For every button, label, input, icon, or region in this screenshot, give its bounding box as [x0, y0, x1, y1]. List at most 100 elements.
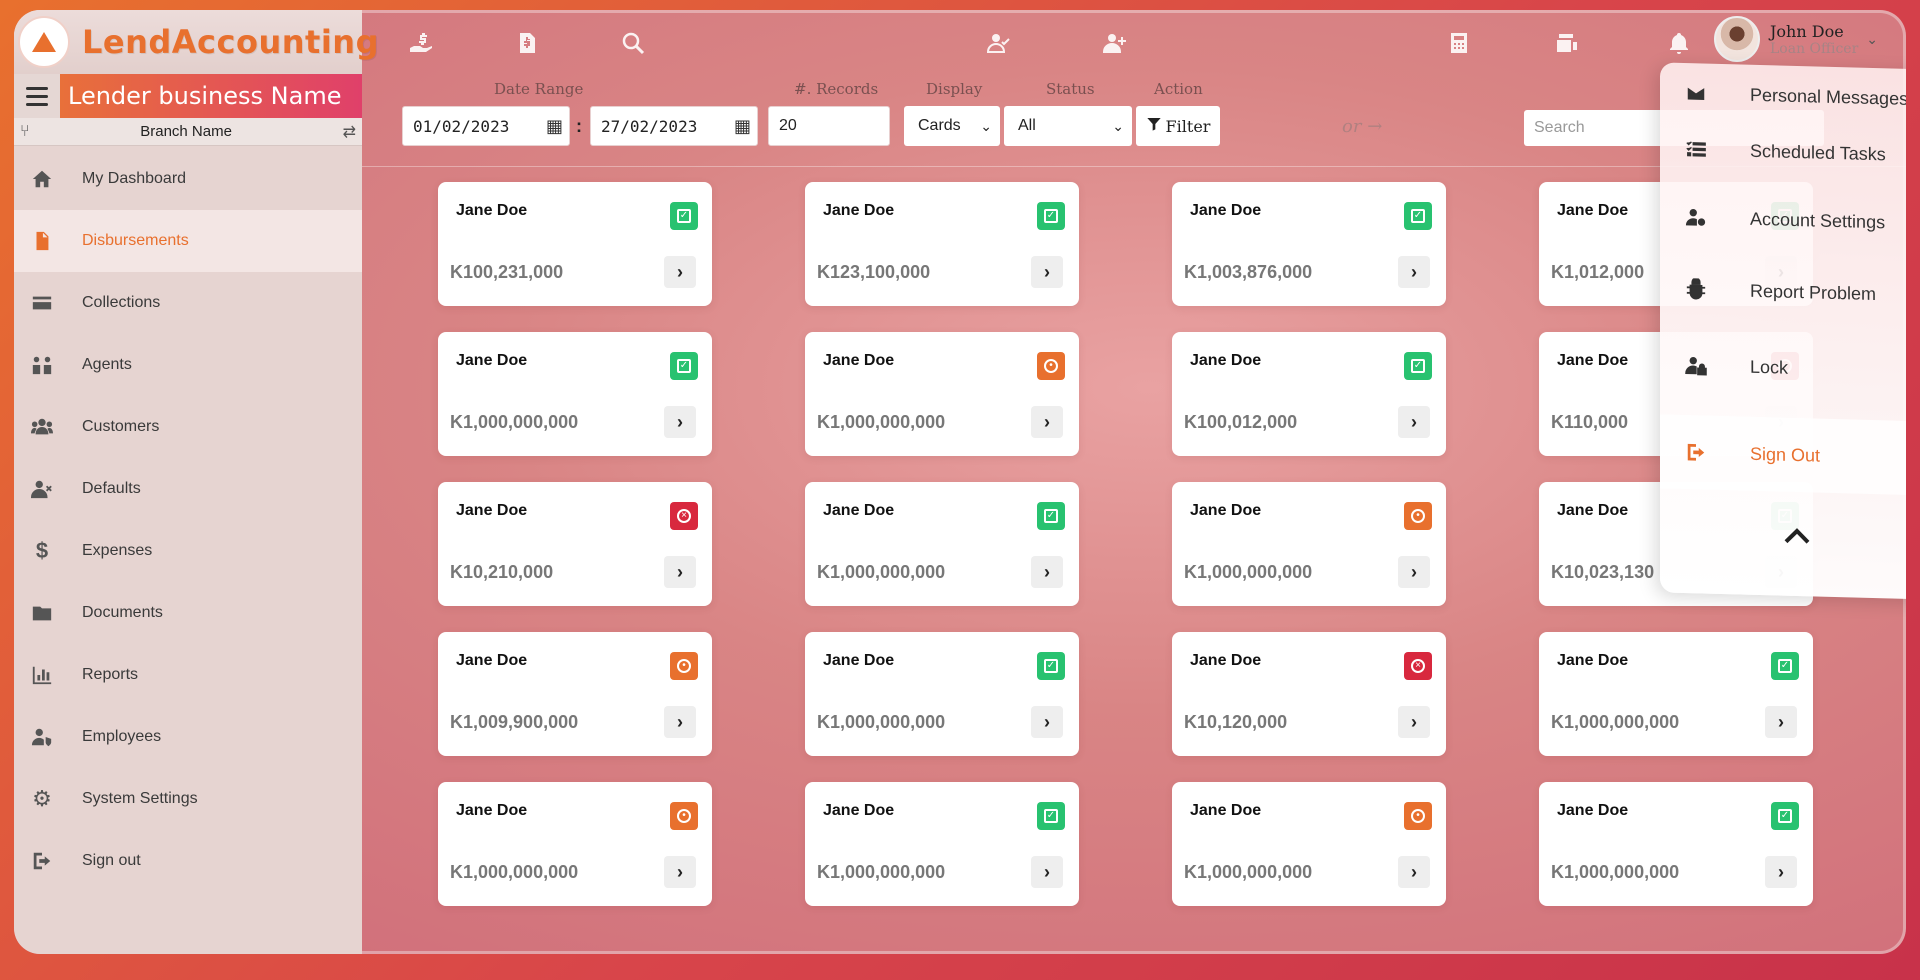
disbursement-card[interactable]: Jane Doe ✓ K1,000,000,000 ›	[805, 632, 1079, 756]
records-input[interactable]: 20	[768, 106, 890, 146]
menu-item-report-problem[interactable]: Report Problem	[1660, 258, 1906, 325]
status-select[interactable]: All ⌄	[1004, 106, 1132, 146]
chevron-right-icon[interactable]: ›	[664, 706, 696, 738]
disbursement-card[interactable]: Jane Doe ✓ K1,003,876,000 ›	[1172, 182, 1446, 306]
chevron-right-icon[interactable]: ›	[1031, 706, 1063, 738]
disbursement-card[interactable]: Jane Doe ✓ K1,000,000,000 ›	[438, 332, 712, 456]
chevron-up-icon[interactable]	[1660, 516, 1906, 555]
chevron-right-icon[interactable]: ›	[664, 556, 696, 588]
logo-icon[interactable]	[18, 16, 70, 68]
disbursement-card[interactable]: Jane Doe ✓ K100,012,000 ›	[1172, 332, 1446, 456]
chevron-right-icon[interactable]: ›	[1031, 406, 1063, 438]
display-select[interactable]: Cards ⌄	[904, 106, 1000, 146]
user-check-icon[interactable]	[984, 28, 1014, 58]
records-value: 20	[779, 117, 797, 134]
chevron-down-icon: ⌄	[1112, 117, 1124, 134]
calculator-icon[interactable]	[1444, 28, 1474, 58]
chevron-right-icon[interactable]: ›	[1031, 256, 1063, 288]
sidebar-item-defaults[interactable]: Defaults	[14, 458, 362, 520]
menu-item-label: Personal Messages	[1750, 84, 1906, 109]
sidebar-item-system-settings[interactable]: ⚙ System Settings	[14, 768, 362, 830]
bell-icon[interactable]	[1664, 28, 1694, 58]
disbursement-card[interactable]: Jane Doe × K10,120,000 ›	[1172, 632, 1446, 756]
employee-icon	[26, 721, 58, 753]
date-from-value: 01/02/2023	[413, 116, 510, 136]
chevron-right-icon[interactable]: ›	[1398, 856, 1430, 888]
disbursement-card[interactable]: Jane Doe • K1,000,000,000 ›	[438, 782, 712, 906]
sidebar-item-dashboard[interactable]: My Dashboard	[14, 148, 362, 210]
card-customer-name: Jane Doe	[456, 652, 528, 669]
user-dropdown-menu: Personal Messages Scheduled Tasks Accoun…	[1660, 62, 1906, 600]
user-menu-toggle[interactable]: John Doe Loan Officer ⌄	[1714, 16, 1878, 62]
chevron-right-icon[interactable]: ›	[1398, 406, 1430, 438]
menu-item-lock[interactable]: Lock	[1660, 334, 1906, 401]
date-from-input[interactable]: 01/02/2023 ▦	[402, 106, 570, 146]
disbursement-card[interactable]: Jane Doe • K1,000,000,000 ›	[1172, 482, 1446, 606]
invoice-icon[interactable]	[512, 28, 542, 58]
status-pending-icon: •	[1404, 802, 1432, 830]
card-customer-name: Jane Doe	[456, 502, 528, 519]
card-amount: K1,000,000,000	[450, 412, 579, 432]
menu-item-sign-out[interactable]: Sign Out	[1660, 414, 1906, 496]
gears-icon: ⚙	[32, 786, 52, 811]
disbursement-card[interactable]: Jane Doe ✓ K1,000,000,000 ›	[805, 482, 1079, 606]
switch-branch-icon[interactable]: ⇄	[343, 122, 356, 142]
chevron-right-icon[interactable]: ›	[664, 406, 696, 438]
sidebar-item-disbursements[interactable]: Disbursements	[14, 210, 362, 272]
tasks-icon	[1678, 138, 1714, 161]
agents-icon	[26, 349, 58, 381]
disbursement-card[interactable]: Jane Doe ✓ K123,100,000 ›	[805, 182, 1079, 306]
sidebar-item-reports[interactable]: Reports	[14, 644, 362, 706]
disbursement-card[interactable]: Jane Doe ✓ K1,000,000,000 ›	[805, 782, 1079, 906]
user-role: Loan Officer	[1770, 40, 1859, 57]
transfer-icon[interactable]	[1552, 28, 1582, 58]
card-customer-name: Jane Doe	[823, 202, 895, 219]
branch-bar: ⑂ Branch Name ⇄	[14, 118, 362, 146]
sidebar-item-expenses[interactable]: $ Expenses	[14, 520, 362, 582]
sidebar-item-sign-out[interactable]: Sign out	[14, 830, 362, 892]
calendar-icon[interactable]: ▦	[734, 116, 751, 137]
card-amount: K110,000	[1551, 412, 1629, 432]
menu-item-account-settings[interactable]: Account Settings	[1660, 186, 1906, 253]
bug-icon	[1678, 278, 1714, 301]
status-ok-icon: ✓	[1404, 202, 1432, 230]
date-range-label: Date Range	[494, 80, 584, 98]
sidebar-item-employees[interactable]: Employees	[14, 706, 362, 768]
chevron-right-icon[interactable]: ›	[1398, 706, 1430, 738]
sidebar-item-label: Documents	[82, 604, 163, 621]
status-ok-icon: ✓	[1037, 652, 1065, 680]
disbursement-card[interactable]: Jane Doe ✓ K1,000,000,000 ›	[1539, 782, 1813, 906]
disbursement-card[interactable]: Jane Doe ✓ K100,231,000 ›	[438, 182, 712, 306]
chevron-right-icon[interactable]: ›	[1765, 856, 1797, 888]
menu-item-scheduled-tasks[interactable]: Scheduled Tasks	[1660, 118, 1906, 185]
sidebar-item-documents[interactable]: Documents	[14, 582, 362, 644]
calendar-icon[interactable]: ▦	[546, 116, 563, 137]
chevron-right-icon[interactable]: ›	[1765, 706, 1797, 738]
status-ok-icon: ✓	[1037, 502, 1065, 530]
filter-button[interactable]: Filter	[1136, 106, 1220, 146]
loan-hand-icon[interactable]	[406, 28, 436, 58]
menu-toggle-icon[interactable]	[14, 74, 60, 118]
date-to-input[interactable]: 27/02/2023 ▦	[590, 106, 758, 146]
sidebar-item-label: Disbursements	[82, 232, 189, 249]
chevron-right-icon[interactable]: ›	[1031, 856, 1063, 888]
sidebar-item-customers[interactable]: Customers	[14, 396, 362, 458]
disbursement-card[interactable]: Jane Doe × K10,210,000 ›	[438, 482, 712, 606]
disbursement-card[interactable]: Jane Doe ✓ K1,000,000,000 ›	[1539, 632, 1813, 756]
user-plus-icon[interactable]	[1100, 28, 1130, 58]
search-dollar-icon[interactable]	[618, 28, 648, 58]
disbursement-card[interactable]: Jane Doe • K1,000,000,000 ›	[805, 332, 1079, 456]
sidebar-item-collections[interactable]: Collections	[14, 272, 362, 334]
chevron-right-icon[interactable]: ›	[1031, 556, 1063, 588]
status-ok-icon: ✓	[1404, 352, 1432, 380]
sidebar-item-agents[interactable]: Agents	[14, 334, 362, 396]
disbursement-card[interactable]: Jane Doe • K1,000,000,000 ›	[1172, 782, 1446, 906]
chevron-right-icon[interactable]: ›	[664, 856, 696, 888]
card-amount: K1,000,000,000	[450, 862, 579, 882]
disbursement-card[interactable]: Jane Doe • K1,009,900,000 ›	[438, 632, 712, 756]
chevron-right-icon[interactable]: ›	[1398, 556, 1430, 588]
messages-icon	[1678, 82, 1714, 105]
chevron-right-icon[interactable]: ›	[1398, 256, 1430, 288]
card-amount: K100,012,000	[1184, 412, 1298, 432]
chevron-right-icon[interactable]: ›	[664, 256, 696, 288]
